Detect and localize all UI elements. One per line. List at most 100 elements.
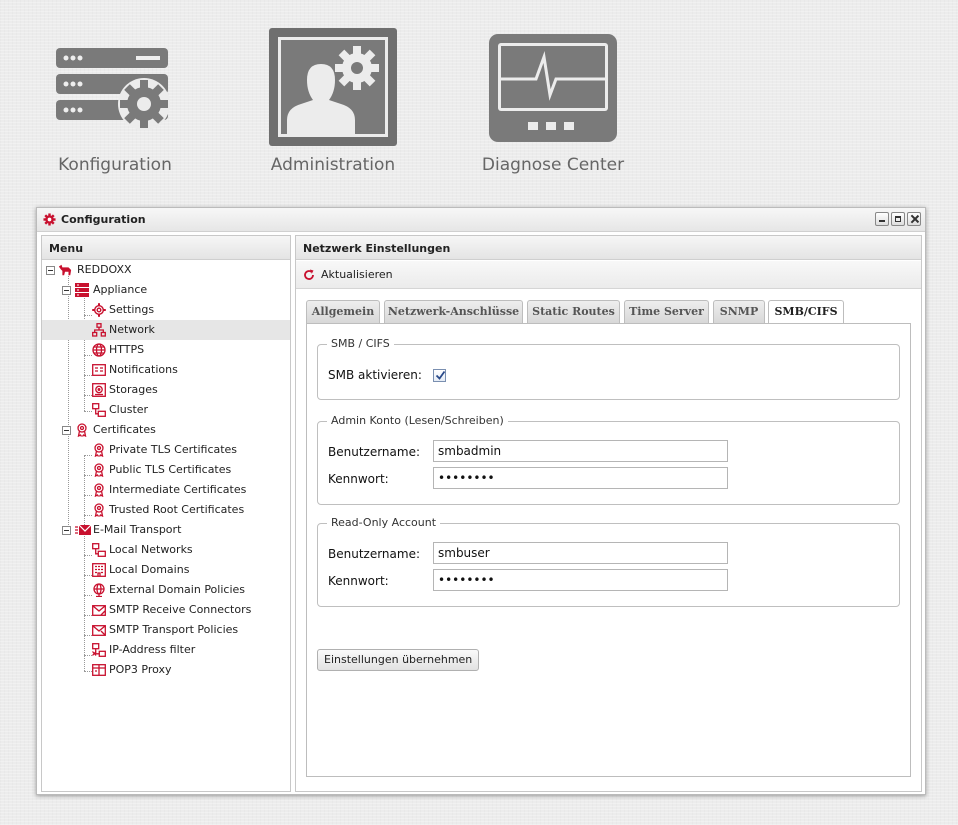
tree-label-settings: Settings [109,303,155,316]
admin-username-label: Benutzername: [328,445,421,459]
tree-label-https: HTTPS [109,343,145,356]
content-header: Netzwerk Einstellungen [296,236,921,260]
smb-tab-body: SMB / CIFS SMB aktivieren: Admin Konto (… [306,323,911,777]
tree-item-intermediate[interactable]: Intermediate Certificates [42,480,290,500]
tab-smb-cifs[interactable]: SMB/CIFS [768,300,844,324]
tree-item-private-tls[interactable]: Private TLS Certificates [42,440,290,460]
ip-filter-icon [92,643,106,657]
tab-allgemein[interactable]: Allgemein [306,300,380,323]
tab-snmp[interactable]: SNMP [713,300,765,323]
certificate-icon [94,443,104,457]
tab-time-server[interactable]: Time Server [624,300,709,323]
tree-label-private-tls: Private TLS Certificates [109,443,238,456]
tree-label-notifications: Notifications [109,363,178,376]
tree-label-trusted-root: Trusted Root Certificates [109,503,245,516]
collapse-toggle[interactable] [62,526,71,535]
window-titlebar[interactable]: Configuration [37,208,925,232]
admin-account-legend: Admin Konto (Lesen/Schreiben) [327,414,508,427]
smb-cifs-group: SMB / CIFS SMB aktivieren: [317,337,900,400]
readonly-account-legend: Read-Only Account [327,516,441,529]
tree-label-email-transport: E-Mail Transport [93,523,182,536]
tree-item-certificates[interactable]: Certificates [42,420,290,440]
certificate-icon [94,483,104,497]
collapse-toggle[interactable] [62,286,71,295]
apply-settings-button[interactable]: Einstellungen übernehmen [317,649,480,671]
readonly-account-group: Read-Only Account Benutzername: Kennwort… [317,516,900,607]
content-toolbar: Aktualisieren [296,261,921,289]
window-title: Configuration [61,213,146,226]
minimize-button[interactable] [875,212,889,226]
launcher-label-administration: Administration [270,155,396,175]
refresh-button[interactable]: Aktualisieren [303,266,393,284]
tree-label-smtp-transport: SMTP Transport Policies [109,623,239,636]
tree-item-reddoxx[interactable]: REDDOXX [42,260,290,280]
tree-item-cluster[interactable]: Cluster [42,400,290,420]
tree-item-storages[interactable]: Storages [42,380,290,400]
tree-item-public-tls[interactable]: Public TLS Certificates [42,460,290,480]
collapse-toggle[interactable] [46,266,55,275]
readonly-password-label: Kennwort: [328,574,389,588]
admin-username-input[interactable] [433,440,728,462]
local-network-icon [92,543,106,557]
tree-item-network[interactable]: Network [42,320,290,340]
launcher-label-diagnose-center: Diagnose Center [481,155,625,175]
certificate-icon [94,463,104,477]
tree-item-local-networks[interactable]: Local Networks [42,540,290,560]
window-buttons [875,212,921,226]
reddoxx-logo-icon [58,264,72,276]
collapse-toggle[interactable] [62,426,71,435]
mail-transport-icon [75,524,91,535]
server-icon [75,283,89,297]
tree-item-email-transport[interactable]: E-Mail Transport [42,520,290,540]
smb-enable-label: SMB aktivieren: [328,368,422,382]
server-gear-icon [56,48,170,130]
gear-icon [92,303,106,317]
tree-item-smtp-transport[interactable]: SMTP Transport Policies [42,620,290,640]
gear-icon [43,213,56,226]
tree-item-trusted-root[interactable]: Trusted Root Certificates [42,500,290,520]
menu-panel: Menu REDDOXX Appliance Settings Network … [41,235,291,792]
launcher-konfiguration[interactable]: Konfiguration [50,40,180,190]
tree-label-cluster: Cluster [109,403,149,416]
tree-label-certificates: Certificates [93,423,156,436]
notification-card-icon [92,364,106,376]
admin-password-input[interactable] [433,467,728,489]
tree-label-pop3-proxy: POP3 Proxy [109,663,172,676]
tree-item-ip-filter[interactable]: IP-Address filter [42,640,290,660]
tree-item-appliance[interactable]: Appliance [42,280,290,300]
admin-password-label: Kennwort: [328,472,389,486]
tree-item-https[interactable]: HTTPS [42,340,290,360]
proxy-icon [92,664,106,676]
tab-static-routes[interactable]: Static Routes [527,300,620,323]
readonly-username-input[interactable] [433,542,728,564]
tree-item-pop3-proxy[interactable]: POP3 Proxy [42,660,290,680]
menu-header: Menu [42,236,290,260]
close-button[interactable] [907,212,921,226]
certificate-icon [77,423,87,437]
refresh-icon [304,269,314,280]
launcher-diagnose-center[interactable]: Diagnose Center [478,33,628,193]
maximize-button[interactable] [891,212,905,226]
globe-icon [92,343,106,357]
checkmark-icon [435,370,446,380]
tree-item-notifications[interactable]: Notifications [42,360,290,380]
tree-label-network: Network [109,323,155,336]
cluster-icon [92,403,106,417]
launcher-label-konfiguration: Konfiguration [58,155,172,175]
launcher-administration[interactable]: Administration [258,28,408,188]
refresh-label: Aktualisieren [321,268,393,281]
tree-label-reddoxx: REDDOXX [77,263,132,276]
smb-enable-checkbox[interactable] [433,369,446,382]
storage-icon [92,383,106,397]
tree-item-external-domain-policies[interactable]: External Domain Policies [42,580,290,600]
readonly-username-label: Benutzername: [328,547,421,561]
tree-item-settings[interactable]: Settings [42,300,290,320]
tree-label-local-domains: Local Domains [109,563,190,576]
configuration-window: Configuration Menu REDDOXX Appliance Set… [36,207,926,795]
tab-netzwerk-anschluesse[interactable]: Netzwerk-Anschlüsse [384,300,523,323]
readonly-password-input[interactable] [433,569,728,591]
tree-label-public-tls: Public TLS Certificates [109,463,232,476]
tree-item-smtp-receive[interactable]: SMTP Receive Connectors [42,600,290,620]
tree-item-local-domains[interactable]: Local Domains [42,560,290,580]
app-launcher: Konfiguration Administration Diagnose Ce… [0,0,958,200]
